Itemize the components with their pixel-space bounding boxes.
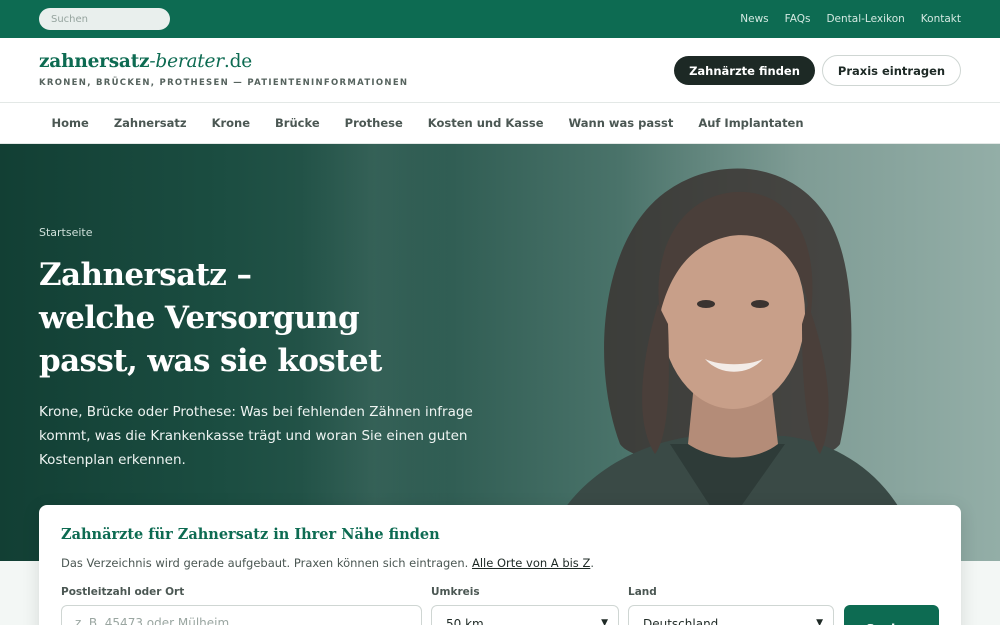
- page-title: Zahnersatz – welche Versorgung passt, wa…: [39, 254, 459, 383]
- hero-lead-text: Krone, Brücke oder Prothese: Was bei feh…: [39, 404, 473, 468]
- top-link-kontakt[interactable]: Kontakt: [921, 13, 961, 25]
- site-tagline: KRONEN, BRÜCKEN, PROTHESEN — PATIENTENIN…: [39, 78, 409, 88]
- search-card-note-end: .: [590, 556, 594, 570]
- top-link-news[interactable]: News: [740, 13, 768, 25]
- chevron-down-icon: ▼: [816, 618, 823, 625]
- search-card-note: Das Verzeichnis wird gerade aufgebaut. P…: [61, 556, 594, 570]
- register-practice-button[interactable]: Praxis eintragen: [822, 55, 961, 86]
- search-submit-button[interactable]: Suchen: [844, 605, 939, 625]
- site-logo[interactable]: zahnersatz-berater.de: [39, 51, 252, 72]
- logo-part-tld: .de: [223, 51, 252, 72]
- top-search-input[interactable]: [39, 8, 170, 30]
- page-title-line: Zahnersatz –: [39, 257, 252, 293]
- top-bar: News FAQs Dental-Lexikon Kontakt: [0, 0, 1000, 38]
- nav-item-auf-implantaten[interactable]: Auf Implantaten: [686, 116, 816, 130]
- find-dentists-button[interactable]: Zahnärzte finden: [674, 56, 815, 85]
- dentist-search-card: Zahnärzte für Zahnersatz in Ihrer Nähe f…: [39, 505, 961, 625]
- nav-item-prothese[interactable]: Prothese: [332, 116, 415, 130]
- page-title-line: welche Versorgung: [39, 300, 360, 336]
- site-header: zahnersatz-berater.de KRONEN, BRÜCKEN, P…: [0, 38, 1000, 103]
- chevron-down-icon: ▼: [601, 618, 608, 625]
- logo-part-brand: zahnersatz: [39, 51, 150, 72]
- radius-label: Umkreis: [431, 586, 480, 598]
- location-label: Postleitzahl oder Ort: [61, 586, 185, 598]
- page-title-line: passt, was sie kostet: [39, 343, 382, 379]
- logo-part-suffix: -berater: [149, 51, 224, 72]
- nav-item-krone[interactable]: Krone: [199, 116, 262, 130]
- nav-item-zahnersatz[interactable]: Zahnersatz: [101, 116, 199, 130]
- search-card-note-text: Das Verzeichnis wird gerade aufgebaut. P…: [61, 556, 469, 570]
- breadcrumb[interactable]: Startseite: [39, 226, 93, 239]
- country-select[interactable]: Deutschland ▼: [628, 605, 834, 625]
- search-card-title: Zahnärzte für Zahnersatz in Ihrer Nähe f…: [61, 526, 440, 543]
- top-link-dental-lexikon[interactable]: Dental-Lexikon: [826, 13, 904, 25]
- hero-section: Startseite Zahnersatz – welche Versorgun…: [0, 144, 1000, 561]
- all-places-link[interactable]: Alle Orte von A bis Z: [472, 556, 590, 570]
- radius-select[interactable]: 50 km ▼: [431, 605, 619, 625]
- country-select-value: Deutschland: [643, 617, 719, 625]
- main-nav: Home Zahnersatz Krone Brücke Prothese Ko…: [0, 103, 1000, 144]
- top-link-faqs[interactable]: FAQs: [785, 13, 811, 25]
- nav-item-bruecke[interactable]: Brücke: [263, 116, 333, 130]
- nav-item-kosten-und-kasse[interactable]: Kosten und Kasse: [415, 116, 556, 130]
- nav-item-home[interactable]: Home: [39, 116, 101, 130]
- radius-select-value: 50 km: [446, 617, 484, 625]
- nav-item-wann-was-passt[interactable]: Wann was passt: [556, 116, 686, 130]
- hero-portrait-image: [540, 168, 920, 561]
- country-label: Land: [628, 586, 657, 598]
- top-nav: News FAQs Dental-Lexikon Kontakt: [740, 0, 961, 38]
- location-input[interactable]: [61, 605, 422, 625]
